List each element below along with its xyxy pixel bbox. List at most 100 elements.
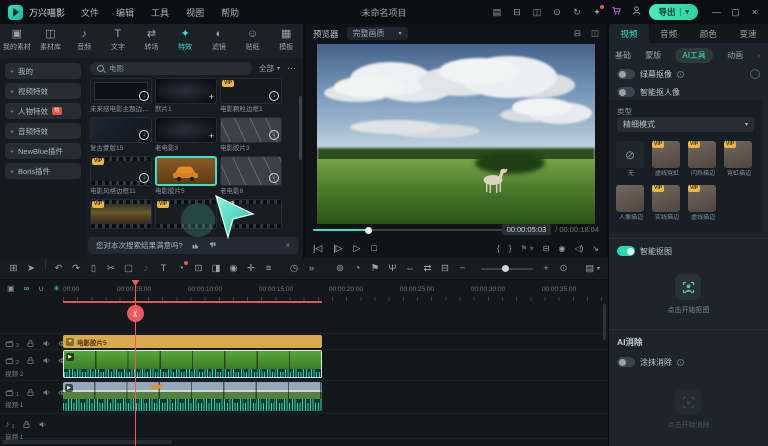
display-mode-button[interactable]: ⊟ — [543, 244, 550, 253]
effect-item[interactable]: +老电影3 — [155, 117, 217, 154]
mark-out-button[interactable]: } — [509, 244, 512, 253]
green-screen-toggle[interactable] — [617, 69, 635, 79]
more-options-button[interactable]: ⋯ — [287, 63, 297, 74]
menubar-item[interactable]: 帮助 — [221, 6, 239, 19]
menubar-item[interactable]: 视图 — [186, 6, 204, 19]
save-project-icon[interactable]: ◫ — [531, 7, 542, 18]
timeline-horizontal-scrollbar[interactable] — [2, 440, 172, 444]
display-connect-icon[interactable]: ⊟ — [511, 7, 522, 18]
motion-track-icon[interactable]: ✛ — [246, 259, 257, 279]
download-icon[interactable]: ↓ — [269, 130, 279, 140]
start-cutout-button[interactable] — [675, 274, 701, 300]
lock-track-icon[interactable] — [22, 420, 31, 429]
mute-track-icon[interactable] — [42, 388, 51, 397]
media-tab-7[interactable]: ☺贴纸 — [236, 25, 270, 58]
delete-icon[interactable]: ▯ — [88, 259, 99, 279]
marker-icon[interactable]: ⚑ — [369, 259, 380, 279]
media-tab-5[interactable]: ✦特效 — [168, 25, 202, 58]
lock-track-icon[interactable] — [26, 356, 35, 365]
text-icon[interactable]: T — [158, 259, 169, 279]
select-tool-icon[interactable]: ➤ — [26, 259, 37, 279]
mask-icon[interactable]: ◨ — [211, 259, 222, 279]
mute-track-icon[interactable] — [42, 339, 51, 348]
effect-thumbnail[interactable]: ↓ — [220, 117, 282, 143]
fullscreen-button[interactable]: ↘ — [592, 244, 599, 253]
properties-subtab-2[interactable]: AI工具 — [675, 48, 713, 63]
portrait-preset[interactable]: VIP霓虹描边 — [724, 141, 754, 179]
effect-thumbnail[interactable]: VIP — [220, 199, 282, 229]
media-bin-icon[interactable]: ⊞ — [8, 259, 19, 279]
lock-track-icon[interactable] — [26, 339, 35, 348]
effect-thumbnail[interactable]: ↓ — [90, 117, 152, 143]
export-button[interactable]: 导出▾ — [649, 4, 698, 20]
stop-button[interactable]: □ — [371, 243, 376, 254]
help-icon[interactable]: ⊙ — [551, 7, 562, 18]
track-header-video-2[interactable]: 2 — [5, 354, 67, 366]
detach-audio-icon[interactable]: ♪ — [141, 259, 152, 279]
download-icon[interactable]: ↓ — [269, 91, 279, 101]
zoom-in-icon[interactable]: + — [540, 259, 551, 279]
media-tab-0[interactable]: ▣我的素材 — [0, 25, 34, 58]
search-input[interactable]: 电影 — [90, 62, 252, 75]
effect-item[interactable]: ↓未来感电影主题边框07 — [90, 78, 152, 115]
smart-cutout-toggle[interactable] — [617, 246, 635, 256]
zoom-fit-icon[interactable]: ⊙ — [558, 259, 569, 279]
preset-thumbnail[interactable]: VIP — [688, 141, 716, 168]
seekbar-handle[interactable] — [365, 227, 372, 234]
timeline-zoom-slider[interactable] — [481, 268, 533, 270]
effect-item[interactable]: ↓老电影8 — [220, 156, 282, 197]
effect-thumbnail[interactable]: + — [155, 78, 217, 104]
effect-item[interactable]: VIP — [90, 199, 152, 229]
menubar-item[interactable]: 文件 — [81, 6, 99, 19]
undo-icon[interactable]: ↶ — [53, 259, 64, 279]
next-frame-button[interactable]: |▷ — [333, 243, 342, 254]
effects-category-3[interactable]: ▸音频特效 — [5, 123, 81, 139]
speed-icon[interactable]: ◔ — [176, 259, 187, 279]
video-clip-track2[interactable]: ▶ — [63, 350, 322, 378]
effect-clip[interactable]: ✦ 电影胶片5 — [63, 335, 322, 348]
portrait-cutout-toggle[interactable] — [617, 87, 635, 97]
portrait-preset[interactable]: VIP虚线霓虹 — [652, 141, 682, 179]
media-tab-6[interactable]: ◐滤镜 — [202, 25, 236, 58]
zoom-out-icon[interactable]: − — [457, 259, 468, 279]
preview-viewport[interactable] — [317, 44, 595, 224]
chroma-key-icon[interactable]: ⊡ — [193, 259, 204, 279]
snapshot-icon[interactable]: ◉ — [228, 259, 239, 279]
mute-track-icon[interactable] — [42, 356, 51, 365]
track-header-video-3[interactable]: 3 — [5, 337, 67, 349]
mixer-icon[interactable]: ≡ — [263, 259, 274, 279]
add-icon[interactable]: + — [209, 132, 214, 140]
effect-item[interactable]: ↓复古蒙版15 — [90, 117, 152, 154]
marker-button[interactable]: ⚑ ▾ — [520, 244, 533, 253]
gift-icon[interactable]: ✦ — [591, 7, 602, 18]
timeline-vertical-scrollbar[interactable] — [603, 304, 606, 340]
audio-stretch-icon[interactable]: ⇔ — [404, 259, 415, 279]
display-device-icon[interactable]: ⊟ — [574, 28, 581, 39]
media-tab-8[interactable]: ▦模板 — [269, 25, 303, 58]
lock-track-icon[interactable] — [26, 388, 35, 397]
track-manager-icon[interactable]: ⊟ — [439, 259, 450, 279]
scopes-icon[interactable]: ◫ — [591, 28, 599, 39]
portrait-preset[interactable]: 人像描边 — [616, 185, 646, 223]
properties-tab-0[interactable]: 视频 — [609, 24, 649, 43]
effect-thumbnail[interactable]: ↓ — [90, 78, 152, 104]
play-button[interactable]: ▷ — [354, 243, 361, 254]
download-icon[interactable]: ↓ — [139, 91, 149, 101]
effect-thumbnail[interactable]: VIP — [155, 199, 217, 229]
minimize-button[interactable]: — — [709, 7, 724, 18]
track-header-audio-1[interactable]: ♪1 — [5, 418, 47, 430]
effects-category-0[interactable]: ▸我的 — [5, 63, 81, 79]
mode-select[interactable]: 精细模式▾ — [617, 117, 754, 132]
render-preview-icon[interactable]: ◷ — [289, 259, 300, 279]
split-at-playhead-button[interactable]: ✂ — [127, 305, 144, 322]
properties-tab-1[interactable]: 音频 — [649, 24, 689, 43]
preset-thumbnail[interactable]: VIP — [652, 141, 680, 168]
maximize-button[interactable]: ▢ — [728, 7, 743, 18]
portrait-preset[interactable]: VIP虚线描边 — [688, 185, 718, 223]
properties-subtab-1[interactable]: 蒙版 — [645, 50, 661, 61]
thumbs-up-icon[interactable] — [191, 241, 200, 250]
portrait-preset[interactable]: ⊘无 — [616, 141, 646, 179]
preview-seekbar[interactable] — [313, 229, 509, 231]
properties-subtab-3[interactable]: 动画 — [727, 50, 743, 61]
preset-thumbnail[interactable]: VIP — [688, 185, 716, 212]
